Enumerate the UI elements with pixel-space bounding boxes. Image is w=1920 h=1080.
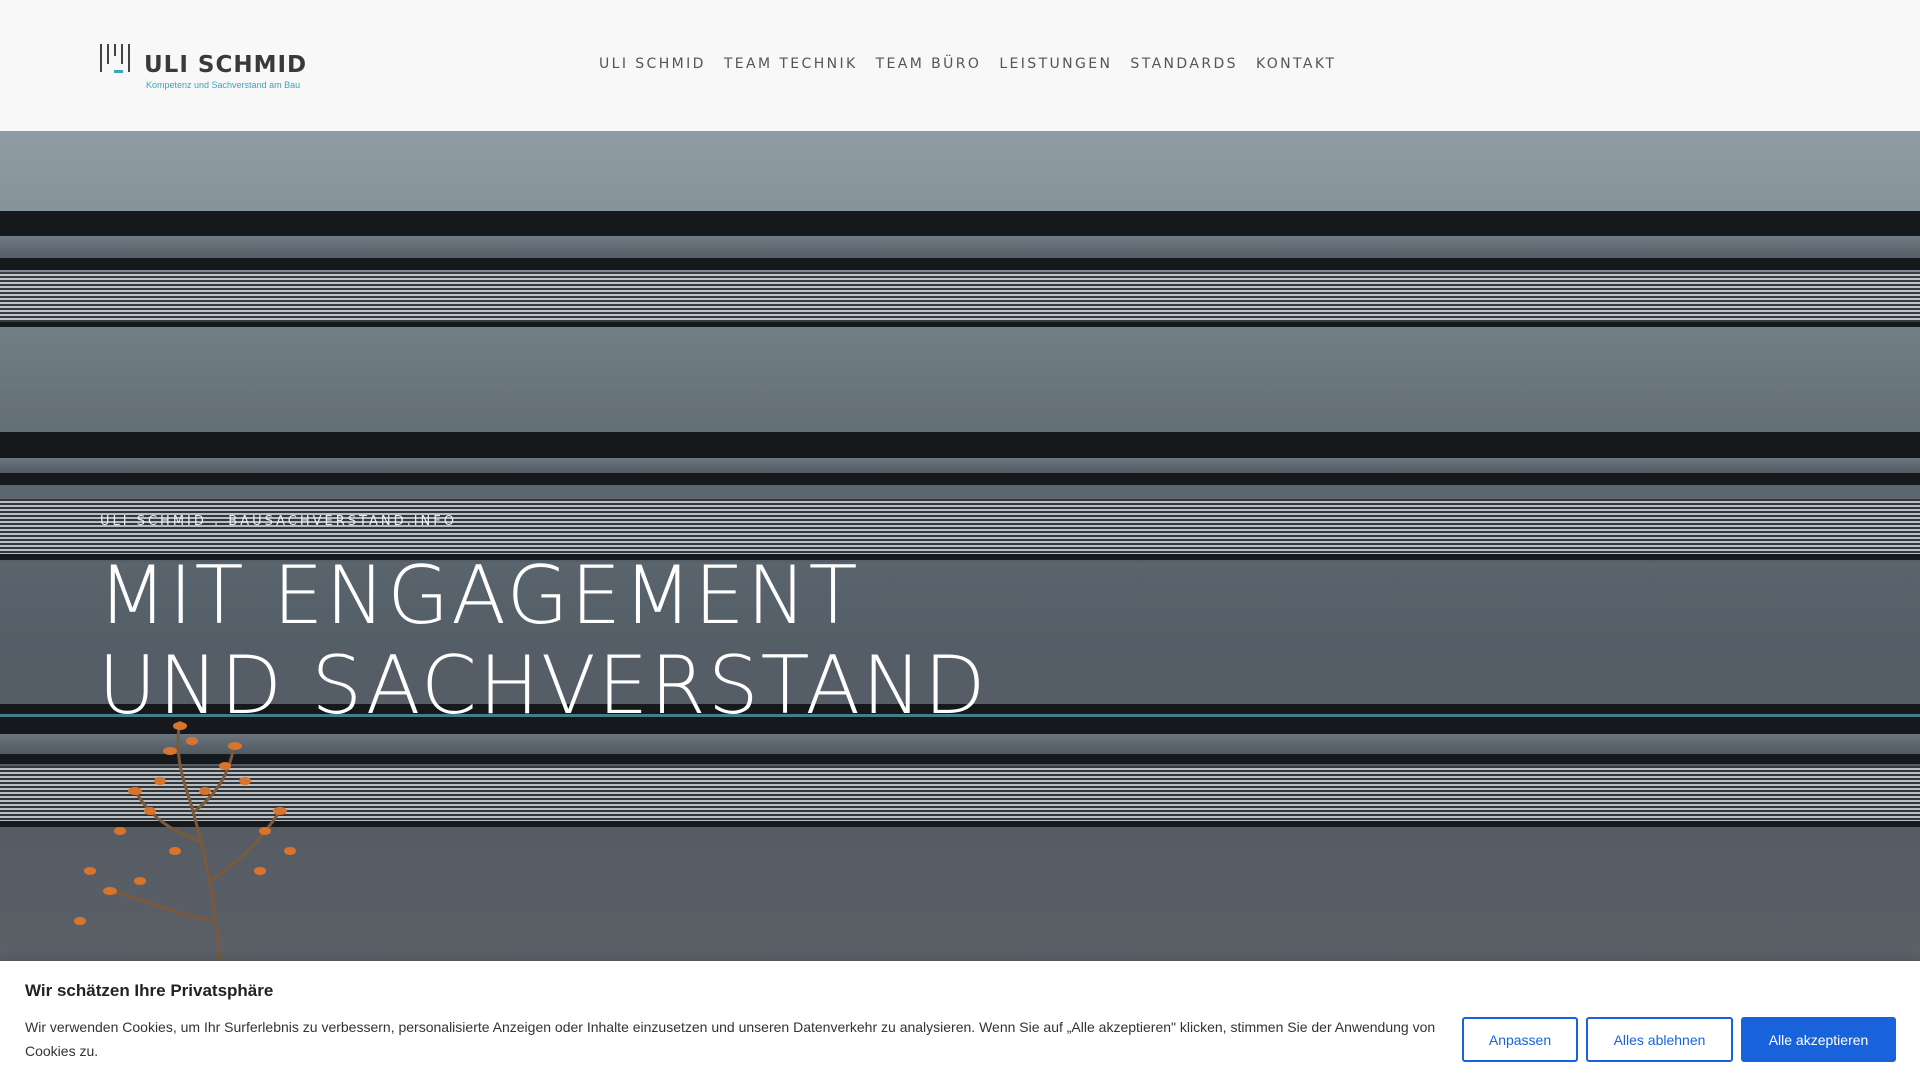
site-header: ULI SCHMID Kompetenz und Sachverstand am… — [0, 0, 1920, 131]
hero-title-line-1: MIT ENGAGEMENT — [98, 549, 860, 642]
cookie-accept-all-button[interactable]: Alle akzeptieren — [1741, 1017, 1896, 1062]
nav-item-kontakt[interactable]: KONTAKT — [1256, 56, 1336, 72]
autumn-tree-image — [74, 721, 296, 961]
nav-item-team-buero[interactable]: TEAM BÜRO — [876, 56, 982, 72]
cookie-customize-button[interactable]: Anpassen — [1462, 1017, 1578, 1062]
main-nav: ULI SCHMID TEAM TECHNIK TEAM BÜRO LEISTU… — [599, 56, 1336, 72]
logo-tagline: Kompetenz und Sachverstand am Bau — [146, 80, 301, 90]
nav-item-team-technik[interactable]: TEAM TECHNIK — [724, 56, 858, 72]
cookie-reject-all-button[interactable]: Alles ablehnen — [1586, 1017, 1733, 1062]
hero-title: MIT ENGAGEMENT UND SACHVERSTAND — [98, 551, 988, 731]
hero-title-line-2: UND SACHVERSTAND — [98, 639, 988, 732]
hero-section: ULI SCHMID . BAUSACHVERSTAND.INFO MIT EN… — [0, 131, 1920, 961]
hero-subtitle: ULI SCHMID . BAUSACHVERSTAND.INFO — [100, 514, 457, 529]
cookie-consent-banner: Wir schätzen Ihre Privatsphäre Wir verwe… — [0, 961, 1920, 1080]
logo-name: ULI SCHMID — [144, 52, 308, 78]
cookie-text: Wir verwenden Cookies, um Ihr Surferlebn… — [25, 1019, 1436, 1059]
nav-item-uli-schmid[interactable]: ULI SCHMID — [599, 56, 706, 72]
logo-mark-icon — [100, 42, 132, 76]
nav-item-standards[interactable]: STANDARDS — [1130, 56, 1238, 72]
cookie-title: Wir schätzen Ihre Privatsphäre — [25, 981, 274, 1000]
nav-item-leistungen[interactable]: LEISTUNGEN — [999, 56, 1112, 72]
site-logo[interactable]: ULI SCHMID Kompetenz und Sachverstand am… — [100, 42, 310, 92]
